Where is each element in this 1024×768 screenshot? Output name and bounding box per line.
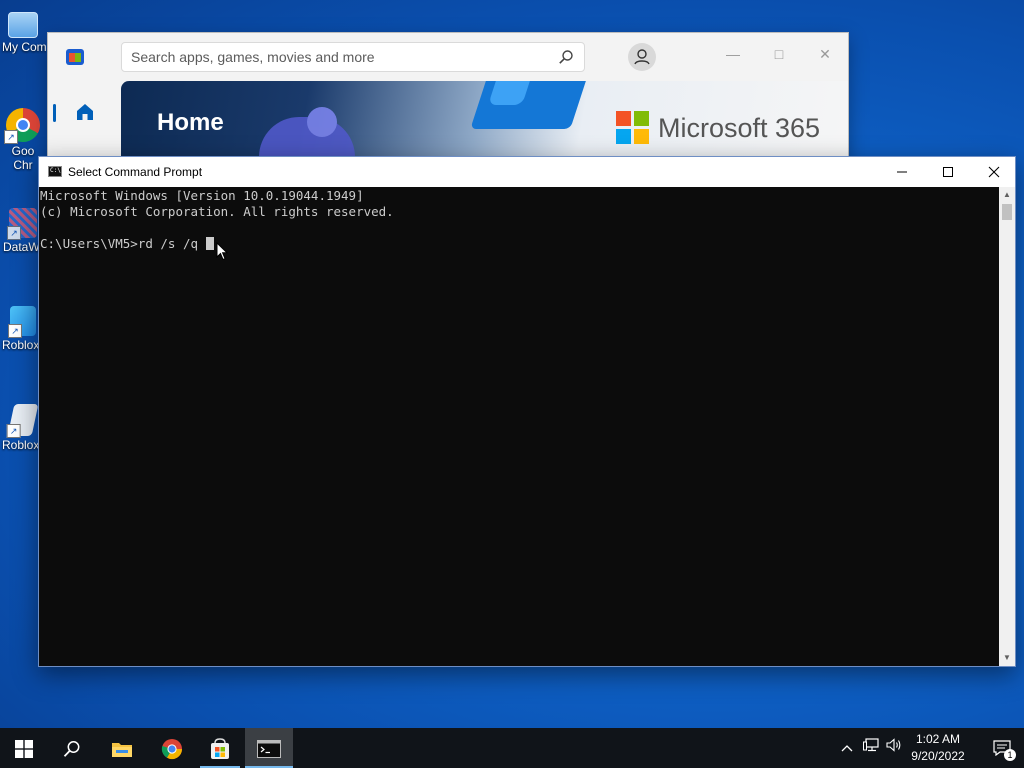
computer-icon bbox=[8, 12, 38, 38]
taskbar-file-explorer[interactable] bbox=[98, 728, 146, 768]
console-line: (c) Microsoft Corporation. All rights re… bbox=[40, 204, 394, 219]
home-icon bbox=[74, 101, 96, 129]
clock-time: 1:02 AM bbox=[915, 732, 961, 746]
shortcut-arrow-icon: ↗ bbox=[7, 226, 21, 240]
store-hero-banner[interactable]: Home Microsoft 365 bbox=[121, 81, 848, 163]
show-hidden-icons-button[interactable] bbox=[836, 728, 858, 768]
windows-logo-icon bbox=[15, 740, 33, 759]
scroll-up-arrow-icon[interactable]: ▲ bbox=[999, 187, 1015, 203]
window-title: Select Command Prompt bbox=[68, 165, 203, 179]
app-icon: ↗ bbox=[7, 208, 37, 240]
roblox-studio-icon: ↗ bbox=[8, 306, 36, 338]
microsoft-store-window[interactable]: — □ ✕ Home Microsoft 365 bbox=[48, 33, 848, 163]
command-prompt-icon bbox=[257, 740, 281, 759]
action-center-button[interactable]: 1 bbox=[982, 728, 1022, 768]
store-nav-rail bbox=[48, 81, 120, 163]
microsoft-logo-icon bbox=[616, 111, 649, 144]
notification-count-badge: 1 bbox=[1004, 749, 1016, 761]
user-avatar-icon[interactable] bbox=[628, 43, 656, 71]
command-prompt-window[interactable]: C:\ Select Command Prompt Microsoft Wind… bbox=[38, 156, 1016, 667]
search-icon bbox=[63, 741, 80, 758]
chrome-icon: ↗ bbox=[4, 108, 40, 144]
console-scrollbar[interactable]: ▲ ▼ bbox=[999, 187, 1015, 666]
store-bag-icon bbox=[211, 738, 229, 760]
scrollbar-thumb[interactable] bbox=[1002, 204, 1012, 220]
page-title: Home bbox=[157, 109, 224, 136]
chrome-icon bbox=[161, 739, 183, 760]
console-output[interactable]: Microsoft Windows [Version 10.0.19044.19… bbox=[39, 187, 999, 666]
store-search-input[interactable] bbox=[122, 43, 551, 71]
brand-text: Microsoft 365 bbox=[658, 113, 821, 143]
store-close-button[interactable]: ✕ bbox=[802, 39, 848, 69]
taskbar-microsoft-store[interactable] bbox=[196, 728, 244, 768]
search-icon[interactable] bbox=[558, 49, 574, 65]
outlook-logo-icon bbox=[470, 81, 592, 129]
store-logo-icon bbox=[66, 49, 84, 65]
nav-selection-indicator bbox=[53, 104, 56, 122]
taskbar-clock[interactable]: 1:02 AM 9/20/2022 bbox=[900, 731, 976, 765]
store-maximize-button[interactable]: □ bbox=[756, 39, 802, 69]
shortcut-arrow-icon: ↗ bbox=[6, 424, 21, 438]
cmd-title-bar[interactable]: C:\ Select Command Prompt bbox=[39, 157, 1015, 187]
shortcut-arrow-icon: ↗ bbox=[4, 130, 18, 144]
text-cursor bbox=[205, 237, 214, 250]
console-line: Microsoft Windows [Version 10.0.19044.19… bbox=[40, 188, 364, 203]
taskbar-chrome[interactable] bbox=[148, 728, 196, 768]
roblox-icon: ↗ bbox=[6, 404, 39, 438]
scroll-down-arrow-icon[interactable]: ▼ bbox=[999, 650, 1015, 666]
store-search-box[interactable] bbox=[121, 42, 585, 72]
taskbar-search-button[interactable] bbox=[48, 728, 96, 768]
store-minimize-button[interactable]: — bbox=[710, 39, 756, 69]
folder-icon bbox=[112, 743, 132, 758]
start-button[interactable] bbox=[0, 728, 48, 768]
cmd-close-button[interactable] bbox=[971, 157, 1017, 187]
shortcut-arrow-icon: ↗ bbox=[8, 324, 22, 338]
cmd-minimize-button[interactable] bbox=[879, 157, 925, 187]
taskbar: 1:02 AM 9/20/2022 1 bbox=[0, 728, 1024, 768]
network-status-button[interactable] bbox=[860, 728, 882, 768]
store-title-bar: — □ ✕ bbox=[48, 33, 848, 81]
cmd-maximize-button[interactable] bbox=[925, 157, 971, 187]
desktop-icon-label: My Com bbox=[2, 40, 46, 54]
taskbar-command-prompt[interactable] bbox=[245, 728, 293, 768]
clock-date: 9/20/2022 bbox=[911, 749, 965, 763]
network-icon bbox=[863, 738, 879, 752]
store-nav-home[interactable] bbox=[53, 95, 112, 131]
desktop-icon-my-computer[interactable]: My Com bbox=[0, 10, 46, 54]
console-prompt-line: C:\Users\VM5>rd /s /q bbox=[40, 236, 999, 252]
chevron-up-icon bbox=[841, 745, 853, 752]
console-command: C:\Users\VM5>rd /s /q bbox=[40, 236, 206, 251]
command-prompt-icon: C:\ bbox=[48, 166, 62, 177]
